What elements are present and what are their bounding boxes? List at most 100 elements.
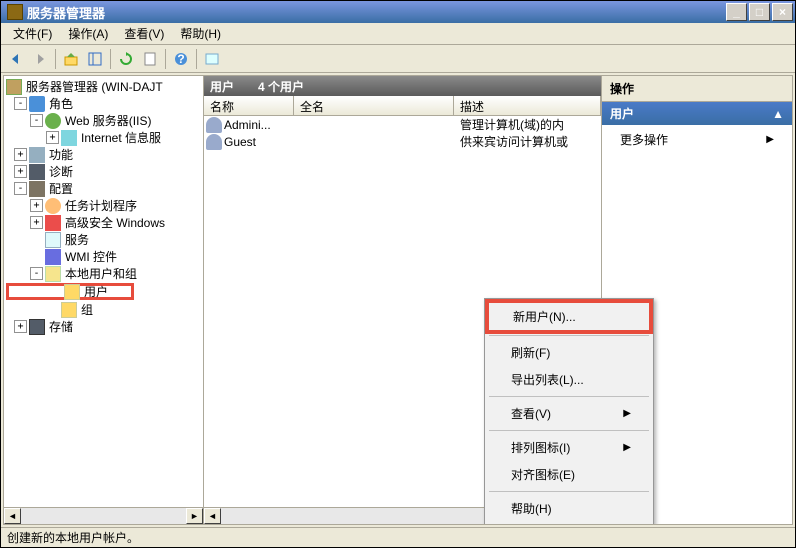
iis-icon — [61, 130, 77, 146]
expand-icon[interactable]: + — [30, 216, 43, 229]
expand-icon[interactable]: + — [30, 199, 43, 212]
menu-file[interactable]: 文件(F) — [5, 23, 60, 44]
forward-button[interactable] — [29, 48, 51, 70]
actions-section-header[interactable]: 用户 ▲ — [602, 102, 792, 125]
list-item[interactable]: Guest 供来宾访问计算机或 — [204, 133, 601, 150]
content-area: 服务器管理器 (WIN-DAJT - 角色 - Web 服务器(IIS) + I… — [3, 75, 793, 525]
toolbar: ? — [1, 45, 795, 73]
config-icon — [29, 181, 45, 197]
list-item[interactable]: Admini... 管理计算机(域)的内 — [204, 116, 601, 133]
tree-scrollbar-h[interactable]: ◄ ► — [4, 507, 203, 524]
column-description[interactable]: 描述 — [454, 96, 601, 115]
ctx-refresh[interactable]: 刷新(F) — [487, 339, 651, 366]
back-button[interactable] — [5, 48, 27, 70]
server-icon — [6, 79, 22, 95]
ctx-export-list[interactable]: 导出列表(L)... — [487, 366, 651, 393]
separator — [489, 396, 649, 397]
close-button[interactable]: × — [772, 3, 793, 21]
maximize-button[interactable]: □ — [749, 3, 770, 21]
scroll-left-icon[interactable]: ◄ — [204, 508, 221, 524]
list-header: 用户 4 个用户 — [204, 76, 601, 96]
navigation-tree: 服务器管理器 (WIN-DAJT - 角色 - Web 服务器(IIS) + I… — [4, 76, 203, 337]
window-controls: _ □ × — [726, 3, 793, 21]
storage-icon — [29, 319, 45, 335]
tree-diagnostics[interactable]: + 诊断 — [6, 163, 201, 180]
separator — [489, 491, 649, 492]
window-title: 服务器管理器 — [27, 3, 726, 22]
scroll-left-icon[interactable]: ◄ — [4, 508, 21, 524]
separator — [489, 335, 649, 336]
column-name[interactable]: 名称 — [204, 96, 294, 115]
web-icon — [45, 113, 61, 129]
tree-roles[interactable]: - 角色 — [6, 95, 201, 112]
svg-text:?: ? — [177, 52, 184, 66]
tree-web-server[interactable]: - Web 服务器(IIS) — [6, 112, 201, 129]
collapse-icon[interactable]: - — [30, 267, 43, 280]
expand-icon[interactable]: + — [14, 165, 27, 178]
menubar: 文件(F) 操作(A) 查看(V) 帮助(H) — [1, 23, 795, 45]
action-more[interactable]: 更多操作 ▶ — [602, 125, 792, 154]
submenu-arrow-icon: ▶ — [766, 134, 774, 145]
collapse-icon[interactable]: - — [14, 97, 27, 110]
submenu-arrow-icon: ▶ — [623, 408, 631, 419]
tree-services[interactable]: 服务 — [6, 231, 201, 248]
list-pane: 用户 4 个用户 名称 全名 描述 Admini... 管理计算机(域)的内 G… — [204, 76, 602, 524]
tree-local-users-groups[interactable]: - 本地用户和组 — [6, 265, 201, 282]
properties-button[interactable] — [201, 48, 223, 70]
ctx-new-user[interactable]: 新用户(N)... — [489, 303, 649, 330]
export-button[interactable] — [139, 48, 161, 70]
minimize-button[interactable]: _ — [726, 3, 747, 21]
menu-view[interactable]: 查看(V) — [116, 23, 172, 44]
ctx-help[interactable]: 帮助(H) — [487, 495, 651, 522]
menu-action[interactable]: 操作(A) — [60, 23, 116, 44]
services-icon — [45, 232, 61, 248]
column-fullname[interactable]: 全名 — [294, 96, 454, 115]
roles-icon — [29, 96, 45, 112]
refresh-button[interactable] — [115, 48, 137, 70]
separator — [489, 430, 649, 431]
tree-users-selected[interactable]: 用户 — [6, 283, 134, 300]
collapse-icon[interactable]: - — [30, 114, 43, 127]
features-icon — [29, 147, 45, 163]
app-icon — [7, 4, 23, 20]
up-button[interactable] — [60, 48, 82, 70]
tree-root[interactable]: 服务器管理器 (WIN-DAJT — [6, 78, 201, 95]
statusbar: 创建新的本地用户帐户。 — [1, 527, 795, 547]
tree-configuration[interactable]: - 配置 — [6, 180, 201, 197]
list-count: 4 个用户 — [258, 78, 304, 95]
tree-features[interactable]: + 功能 — [6, 146, 201, 163]
expand-icon[interactable]: + — [14, 148, 27, 161]
collapse-icon[interactable]: - — [14, 182, 27, 195]
expand-icon[interactable]: + — [14, 320, 27, 333]
help-button[interactable]: ? — [170, 48, 192, 70]
column-headers: 名称 全名 描述 — [204, 96, 601, 116]
menu-help[interactable]: 帮助(H) — [172, 23, 229, 44]
expand-icon[interactable]: + — [46, 131, 59, 144]
folder-icon — [61, 302, 77, 318]
tree-wmi[interactable]: WMI 控件 — [6, 248, 201, 265]
tree-iis[interactable]: + Internet 信息服 — [6, 129, 201, 146]
ctx-view[interactable]: 查看(V)▶ — [487, 400, 651, 427]
ctx-align-icons[interactable]: 对齐图标(E) — [487, 461, 651, 488]
tree-advanced-security[interactable]: + 高级安全 Windows — [6, 214, 201, 231]
tree-groups[interactable]: 组 — [6, 301, 201, 318]
ctx-arrange-icons[interactable]: 排列图标(I)▶ — [487, 434, 651, 461]
context-menu: 新用户(N)... 刷新(F) 导出列表(L)... 查看(V)▶ 排列图标(I… — [484, 298, 654, 525]
tree-pane[interactable]: 服务器管理器 (WIN-DAJT - 角色 - Web 服务器(IIS) + I… — [4, 76, 204, 524]
security-icon — [45, 215, 61, 231]
server-manager-window: 服务器管理器 _ □ × 文件(F) 操作(A) 查看(V) 帮助(H) ? — [0, 0, 796, 548]
user-icon — [206, 117, 222, 133]
users-group-icon — [45, 266, 61, 282]
scroll-right-icon[interactable]: ► — [186, 508, 203, 524]
user-icon — [206, 134, 222, 150]
wmi-icon — [45, 249, 61, 265]
tree-storage[interactable]: + 存储 — [6, 318, 201, 335]
diag-icon — [29, 164, 45, 180]
actions-title: 操作 — [602, 76, 792, 102]
tree-task-scheduler[interactable]: + 任务计划程序 — [6, 197, 201, 214]
folder-icon — [64, 284, 80, 300]
show-hide-button[interactable] — [84, 48, 106, 70]
task-icon — [45, 198, 61, 214]
highlight-new-user: 新用户(N)... — [485, 299, 653, 334]
list-title: 用户 — [210, 78, 234, 95]
